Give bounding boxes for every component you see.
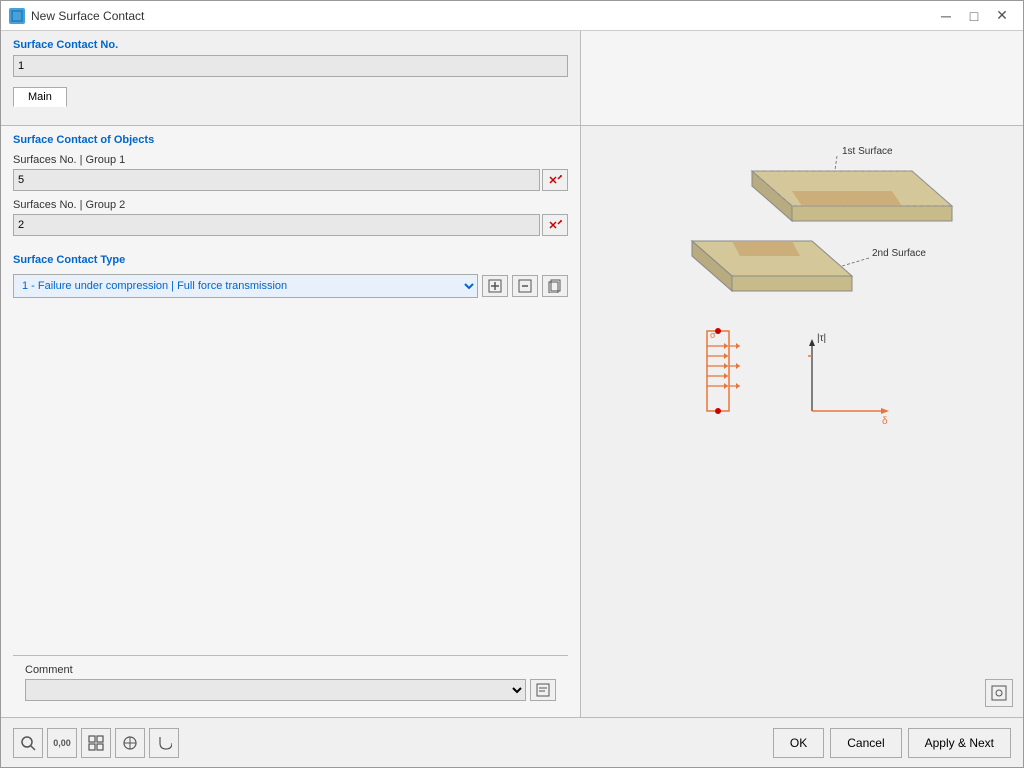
settings-tool-button[interactable] xyxy=(149,728,179,758)
contact-no-input[interactable] xyxy=(13,55,568,77)
comment-edit-button[interactable] xyxy=(530,679,556,701)
right-bottom-area xyxy=(983,679,1013,707)
comment-select[interactable] xyxy=(25,679,526,701)
comment-row xyxy=(25,679,556,701)
tab-bar: Main xyxy=(13,87,568,107)
svg-text:δ: δ xyxy=(882,416,888,427)
search-tool-button[interactable] xyxy=(13,728,43,758)
tab-main[interactable]: Main xyxy=(13,87,67,107)
type-dropdown-row: 1 - Failure under compression | Full for… xyxy=(13,274,568,298)
main-window: New Surface Contact ─ □ ✕ Surface Contac… xyxy=(0,0,1024,768)
svg-text:|τ|: |τ| xyxy=(817,333,826,344)
diagram-area: 1st Surface 2nd Surface xyxy=(591,136,1013,436)
top-section: Surface Contact No. Main xyxy=(1,31,1023,126)
left-panel: Surface Contact of Objects Surfaces No. … xyxy=(1,126,581,717)
content-area: Surface Contact No. Main Surface Contact… xyxy=(1,31,1023,767)
type-select[interactable]: 1 - Failure under compression | Full for… xyxy=(13,274,478,298)
window-controls: ─ □ ✕ xyxy=(933,5,1015,27)
coordinate-tool-button[interactable]: 0,00 xyxy=(47,728,77,758)
section-title-objects: Surface Contact of Objects xyxy=(13,134,568,146)
right-panel: 1st Surface 2nd Surface xyxy=(581,126,1023,717)
group2-label: Surfaces No. | Group 2 xyxy=(13,199,568,211)
layers-tool-button[interactable] xyxy=(115,728,145,758)
bottom-toolbar: 0,00 xyxy=(1,717,1023,767)
contact-no-panel: Surface Contact No. Main xyxy=(1,31,581,125)
grid-tool-button[interactable] xyxy=(81,728,111,758)
ok-button[interactable]: OK xyxy=(773,728,824,758)
chart-diagram: σ xyxy=(702,326,902,436)
group1-select-button[interactable] xyxy=(542,169,568,191)
contact-type-section: Surface Contact Type 1 - Failure under c… xyxy=(13,254,568,298)
surface2-label: 2nd Surface xyxy=(872,248,926,259)
group2-row xyxy=(13,214,568,236)
close-button[interactable]: ✕ xyxy=(989,5,1015,27)
preview-panel xyxy=(581,31,1023,125)
title-bar: New Surface Contact ─ □ ✕ xyxy=(1,1,1023,31)
comment-label: Comment xyxy=(25,664,556,676)
window-icon xyxy=(9,8,25,24)
bottom-buttons: OK Cancel Apply & Next xyxy=(773,728,1011,758)
type-copy-button[interactable] xyxy=(542,275,568,297)
toolbar-icons: 0,00 xyxy=(13,728,773,758)
contact-no-label: Surface Contact No. xyxy=(13,39,568,51)
maximize-button[interactable]: □ xyxy=(961,5,987,27)
apply-next-button[interactable]: Apply & Next xyxy=(908,728,1011,758)
group1-row xyxy=(13,169,568,191)
group1-label: Surfaces No. | Group 1 xyxy=(13,154,568,166)
comment-section: Comment xyxy=(13,655,568,709)
type-add-button[interactable] xyxy=(482,275,508,297)
cancel-button[interactable]: Cancel xyxy=(830,728,901,758)
group1-input[interactable] xyxy=(13,169,540,191)
section-title-type: Surface Contact Type xyxy=(13,254,568,266)
group2-input[interactable] xyxy=(13,214,540,236)
minimize-button[interactable]: ─ xyxy=(933,5,959,27)
main-split: Surface Contact of Objects Surfaces No. … xyxy=(1,126,1023,717)
type-edit-button[interactable] xyxy=(512,275,538,297)
surface1-label: 1st Surface xyxy=(842,146,893,157)
group2-select-button[interactable] xyxy=(542,214,568,236)
diagram-settings-button[interactable] xyxy=(985,679,1013,707)
window-title: New Surface Contact xyxy=(31,9,933,23)
surface-diagram: 1st Surface 2nd Surface xyxy=(632,136,972,316)
